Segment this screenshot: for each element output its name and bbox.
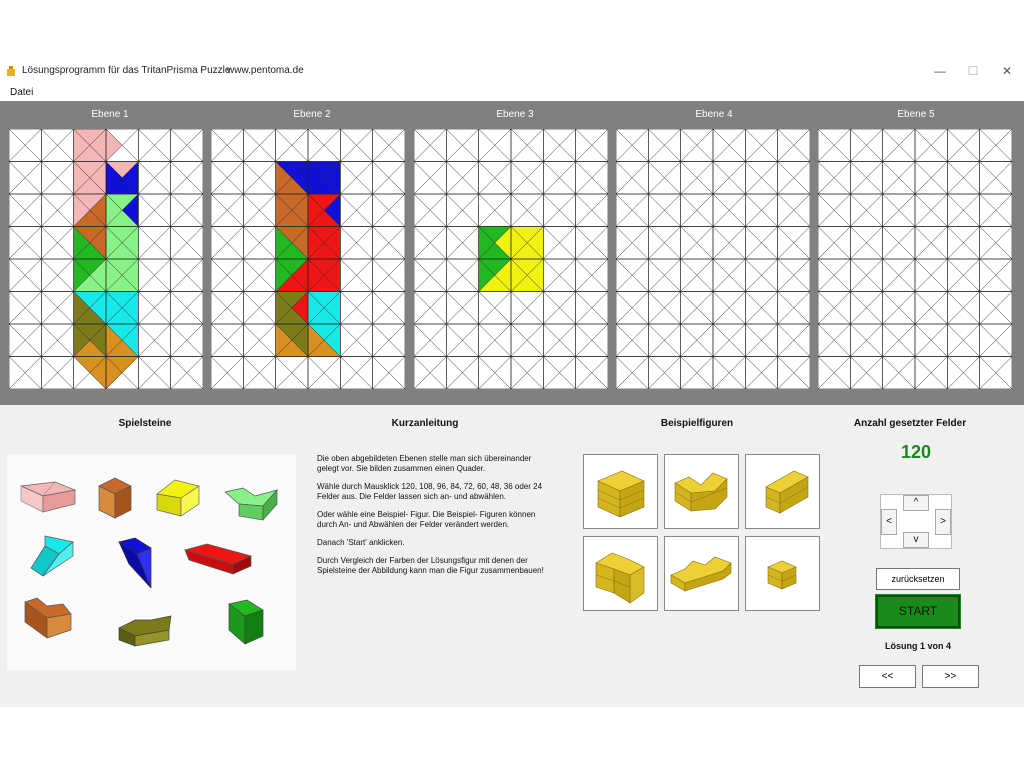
piece-5 (30, 535, 74, 577)
example-figure-6[interactable] (745, 536, 820, 611)
close-button[interactable]: ✕ (992, 61, 1022, 81)
pieces-drawing (19, 477, 279, 647)
solution-indicator: Lösung 1 von 4 (884, 641, 951, 651)
title-bar: Lösungsprogramm für das TritanPrisma Puz… (0, 57, 1024, 85)
piece-4-front (238, 503, 264, 521)
example-figure-5[interactable] (664, 536, 739, 611)
app-icon (7, 66, 15, 76)
layer-4-label: Ebene 4 (695, 109, 733, 120)
arrow-down-button[interactable]: v (903, 532, 929, 548)
layer-3-grid[interactable] (414, 129, 608, 389)
pieces-image (7, 454, 296, 670)
menu-file[interactable]: Datei (10, 87, 33, 98)
piece-7 (183, 543, 253, 575)
maximize-button[interactable]: ☐ (958, 61, 988, 81)
examples-heading: Beispielfiguren (660, 418, 734, 429)
window-title: Lösungsprogramm für das TritanPrisma Puz… (22, 65, 231, 76)
example-figure-3[interactable] (745, 454, 820, 529)
instruction-4: Danach 'Start' anklicken. (317, 538, 405, 547)
count-heading: Anzahl gesetzter Felder (853, 418, 967, 429)
app-window: Lösungsprogramm für das TritanPrisma Puz… (0, 57, 1024, 707)
instruction-2: Wähle durch Mausklick 120, 108, 96, 84, … (317, 482, 543, 501)
layer-1-grid[interactable] (9, 129, 203, 389)
example-figure-4[interactable] (583, 536, 658, 611)
instructions-text: Die oben abgebildeten Ebenen stelle man … (317, 454, 547, 584)
arrow-left-button[interactable]: < (881, 509, 897, 535)
piece-10-right (244, 609, 264, 645)
piece-8 (24, 597, 72, 639)
example-1-drawing (597, 470, 645, 518)
layer-3-label: Ebene 3 (496, 109, 534, 120)
guide-heading: Kurzanleitung (391, 418, 459, 429)
piece-9 (118, 615, 172, 647)
reset-button[interactable]: zurücksetzen (876, 568, 960, 590)
layer-4-grid[interactable] (616, 129, 810, 389)
minimize-button[interactable]: — (925, 61, 955, 81)
layer-2-label: Ebene 2 (293, 109, 331, 120)
example-figure-1[interactable] (583, 454, 658, 529)
set-fields-count: 120 (900, 442, 932, 462)
piece-10 (228, 599, 264, 645)
direction-pad: ^ v < > (880, 494, 952, 549)
layer-5-grid[interactable] (818, 129, 1012, 389)
instruction-1: Die oben abgebildeten Ebenen stelle man … (317, 454, 532, 473)
piece-3-left (156, 493, 182, 517)
instruction-5: Durch Vergleich der Farben der Lösungsfi… (317, 556, 544, 575)
piece-2 (98, 477, 132, 519)
layer-5-label: Ebene 5 (897, 109, 935, 120)
arrow-right-button[interactable]: > (935, 509, 951, 535)
piece-3 (156, 479, 200, 517)
layers-panel: Ebene 1 Ebene 2 Ebene 3 Ebene 4 Ebene 5 (0, 101, 1024, 405)
start-button[interactable]: START (875, 594, 961, 629)
piece-6 (118, 537, 152, 589)
example-4-drawing (595, 552, 645, 604)
example-figure-2[interactable] (664, 454, 739, 529)
example-6-drawing (767, 560, 797, 590)
piece-1 (19, 481, 77, 513)
example-3-drawing (765, 470, 809, 514)
example-2-drawing (674, 472, 728, 512)
window-title-url: www.pentoma.de (227, 65, 304, 76)
example-5-drawing (670, 556, 732, 592)
instruction-3: Oder wähle eine Beispiel- Figur. Die Bei… (317, 510, 536, 529)
pieces-heading: Spielsteine (118, 418, 172, 429)
arrow-up-button[interactable]: ^ (903, 495, 929, 511)
menu-bar: Datei (0, 85, 1024, 101)
layer-2-grid[interactable] (211, 129, 405, 389)
previous-solution-button[interactable]: << (859, 665, 916, 688)
piece-4 (224, 487, 279, 521)
next-solution-button[interactable]: >> (922, 665, 979, 688)
layer-1-label: Ebene 1 (91, 109, 129, 120)
piece-8-right (46, 613, 72, 639)
